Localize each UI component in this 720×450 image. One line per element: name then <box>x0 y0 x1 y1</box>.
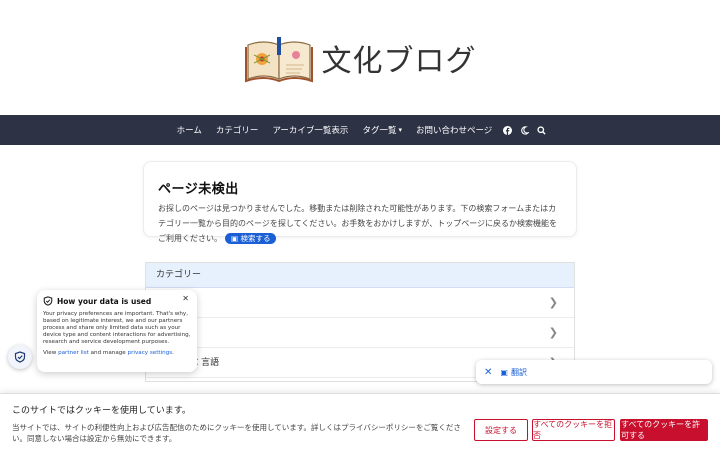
list-item[interactable]: ❯ <box>146 288 574 318</box>
cookie-text: 当サイトでは、サイトの利便性向上および広告配信のためにクッキーを使用しています。… <box>12 423 461 443</box>
page-title: ページ未検出 <box>158 182 239 197</box>
nav-item-label: カテゴリー <box>215 126 259 136</box>
not-found-message: お探しのページは見つかりませんでした。移動または削除された可能性があります。下の… <box>158 201 562 246</box>
close-icon[interactable]: ✕ <box>182 295 189 303</box>
nav-item-tags[interactable]: タグ一覧 ▾ <box>355 124 409 136</box>
cookie-reject-button[interactable]: すべてのクッキーを拒否 <box>532 419 615 441</box>
category-list-heading: カテゴリー <box>146 263 574 288</box>
site-title[interactable]: 文化ブログ <box>322 36 477 80</box>
cookie-accept-button[interactable]: すべてのクッキーを許可する <box>620 419 708 441</box>
privacy-popup-body: Your privacy preferences are important. … <box>43 311 191 345</box>
shield-icon <box>43 296 53 306</box>
partner-list-link[interactable]: partner list <box>58 350 89 356</box>
search-badge-label: 検索する <box>240 234 271 243</box>
nav-item-label: ホーム <box>176 126 202 136</box>
moon-icon[interactable] <box>516 125 533 135</box>
translate-bar: ✕ ▣ 翻訳 <box>476 360 712 384</box>
nav-item-contact[interactable]: お問い合わせページ <box>409 124 499 136</box>
book-logo-icon[interactable] <box>244 33 314 83</box>
chevron-right-icon: ❯ <box>548 326 558 339</box>
nav-item-label: タグ一覧 <box>362 126 397 136</box>
list-item[interactable]: ❯ <box>146 318 574 348</box>
manage-text: and manage <box>90 350 126 356</box>
translate-button[interactable]: ▣ 翻訳 <box>500 367 527 378</box>
main-nav: ホーム カテゴリー アーカイブ一覧表示 タグ一覧 ▾ お問い合わせページ <box>0 115 720 145</box>
privacy-popup-links: View partner list and manage privacy set… <box>43 350 191 357</box>
period-text: . <box>172 350 174 356</box>
not-found-card: ページ未検出 お探しのページは見つかりませんでした。移動または削除された可能性が… <box>143 161 577 244</box>
facebook-icon[interactable] <box>499 125 516 135</box>
close-icon[interactable]: ✕ <box>484 367 492 378</box>
privacy-settings-link[interactable]: privacy settings <box>128 350 173 356</box>
nav-item-archive[interactable]: アーカイブ一覧表示 <box>265 124 355 136</box>
not-found-text: お探しのページは見つかりませんでした。移動または削除された可能性があります。下の… <box>158 204 558 243</box>
chevron-down-icon: ▾ <box>398 126 402 134</box>
shield-icon <box>14 351 26 363</box>
view-text: View <box>43 350 57 356</box>
site-header: 文化ブログ <box>0 0 720 115</box>
nav-item-home[interactable]: ホーム <box>170 124 209 136</box>
nav-item-category[interactable]: カテゴリー <box>209 124 266 136</box>
privacy-popup-header: How your data is used <box>43 296 191 306</box>
search-icon[interactable] <box>533 125 550 135</box>
translate-icon: ▣ <box>500 367 508 377</box>
privacy-shield-button[interactable] <box>8 345 32 369</box>
translate-label: 翻訳 <box>510 367 527 377</box>
nav-item-label: お問い合わせページ <box>415 126 493 136</box>
cookie-title: このサイトではクッキーを使用しています。 <box>12 406 191 416</box>
chevron-right-icon: ❯ <box>548 296 558 309</box>
nav-item-label: アーカイブ一覧表示 <box>272 126 349 136</box>
privacy-popup-title: How your data is used <box>57 296 152 306</box>
cookie-settings-button[interactable]: 設定する <box>474 419 528 441</box>
search-badge-button[interactable]: ▣ 検索する <box>225 233 277 244</box>
privacy-popup: How your data is used ✕ Your privacy pre… <box>37 290 197 372</box>
